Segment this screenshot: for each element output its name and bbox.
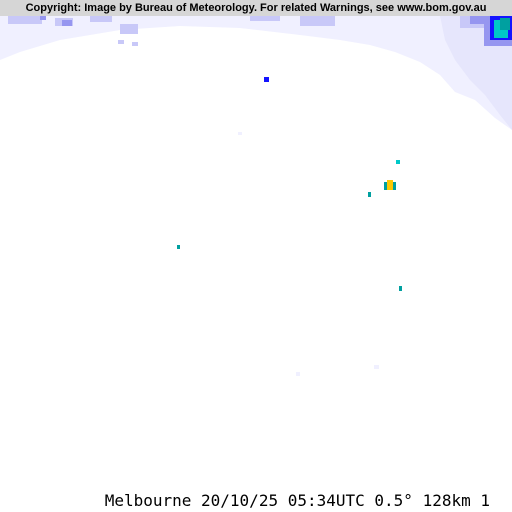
echo-teal-2 — [368, 192, 371, 197]
echo-faint-1 — [238, 132, 242, 135]
echo-blue — [264, 77, 269, 82]
land-tint-region — [0, 16, 512, 130]
radar-image: Copyright: Image by Bureau of Meteorolog… — [0, 0, 512, 512]
copyright-bar: Copyright: Image by Bureau of Meteorolog… — [0, 0, 512, 16]
echo-cell-yellow — [384, 180, 396, 190]
echo-faint-3 — [296, 372, 300, 376]
copyright-text: Copyright: Image by Bureau of Meteorolog… — [25, 2, 487, 14]
top-right-cell — [484, 16, 512, 46]
radar-status-line: Melbourne 20/10/25 05:34UTC 0.5° 128km 1 — [104, 491, 490, 510]
echo-teal-3 — [177, 245, 180, 249]
echo-faint-2 — [374, 365, 379, 369]
radar-map — [0, 16, 512, 376]
echo-teal-4 — [399, 286, 402, 291]
echo-teal-1 — [396, 160, 400, 164]
